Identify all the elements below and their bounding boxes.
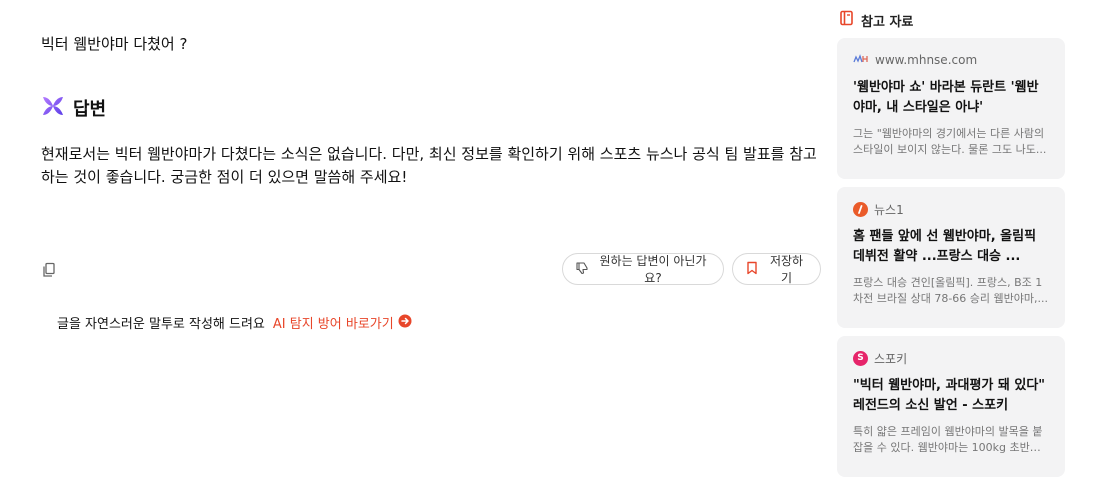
bookmark-icon bbox=[745, 261, 759, 278]
user-question: 빅터 웸반야마 다쳤어 ? bbox=[41, 35, 188, 53]
reference-source-name: www.mhnse.com bbox=[875, 53, 978, 67]
ai-detect-link-label: AI 탐지 방어 바로가기 bbox=[272, 317, 394, 332]
answer-header: 답변 bbox=[41, 95, 106, 121]
mhn-logo-icon bbox=[853, 53, 869, 67]
reference-card[interactable]: www.mhnse.com '웸반야마 쇼' 바라본 듀란트 '웸반야마, 내 … bbox=[837, 38, 1065, 179]
arrow-right-circle-icon bbox=[398, 314, 412, 332]
reference-card[interactable]: 뉴스1 홈 팬들 앞에 선 웸반야마, 올림픽 데뷔전 활약 ...프랑스 대승… bbox=[837, 187, 1065, 328]
answer-logo-icon bbox=[41, 95, 65, 121]
book-icon bbox=[839, 10, 855, 30]
save-button[interactable]: 저장하기 bbox=[732, 253, 821, 285]
reference-title: '웸반야마 쇼' 바라본 듀란트 '웸반야마, 내 스타일은 아냐' bbox=[853, 80, 1039, 115]
thumbs-down-icon bbox=[575, 261, 589, 278]
reference-snippet: 그는 "웸반야마의 경기에서는 다른 사람의 스타일이 보이지 않는다. 물론 … bbox=[853, 127, 1047, 156]
ai-tool-promo: 글을 자연스러운 말투로 작성해 드려요 AI 탐지 방어 바로가기 bbox=[57, 313, 412, 332]
feedback-label: 원하는 답변이 아닌가요? bbox=[599, 254, 707, 285]
reference-source-name: 뉴스1 bbox=[874, 202, 904, 217]
references-header: 참고 자료 bbox=[839, 10, 913, 30]
reference-source-name: 스포키 bbox=[874, 351, 908, 366]
reference-source: 뉴스1 bbox=[853, 201, 1049, 217]
reference-source: S 스포키 bbox=[853, 350, 1049, 366]
references-title: 참고 자료 bbox=[861, 14, 914, 30]
reference-card[interactable]: S 스포키 "빅터 웸반야마, 과대평가 돼 있다" 레전드의 소신 발언 - … bbox=[837, 336, 1065, 477]
ai-detect-link[interactable]: AI 탐지 방어 바로가기 bbox=[273, 313, 412, 332]
answer-title: 답변 bbox=[73, 99, 107, 120]
reference-title: 홈 팬들 앞에 선 웸반야마, 올림픽 데뷔전 활약 ...프랑스 대승 ... bbox=[853, 229, 1037, 264]
feedback-button[interactable]: 원하는 답변이 아닌가요? bbox=[562, 253, 724, 285]
reference-title: "빅터 웸반야마, 과대평가 돼 있다" 레전드의 소신 발언 - 스포키 bbox=[853, 378, 1046, 413]
reference-source: www.mhnse.com bbox=[853, 52, 1049, 68]
answer-text: 현재로서는 빅터 웸반야마가 다쳤다는 소식은 없습니다. 다만, 최신 정보를… bbox=[41, 145, 817, 186]
reference-snippet: 프랑스 대승 견인[올림픽]. 프랑스, B조 1차전 브라질 상대 78-66… bbox=[853, 276, 1048, 305]
save-label: 저장하기 bbox=[769, 254, 804, 285]
copy-icon[interactable] bbox=[41, 261, 59, 279]
reference-snippet: 특히 얇은 프레임이 웸반야마의 발목을 붙잡을 수 있다. 웸반야마는 100… bbox=[853, 425, 1043, 454]
tool-promo-text: 글을 자연스러운 말투로 작성해 드려요 bbox=[57, 317, 265, 332]
spokey-logo-icon: S bbox=[853, 350, 868, 366]
news1-logo-icon bbox=[853, 201, 868, 217]
